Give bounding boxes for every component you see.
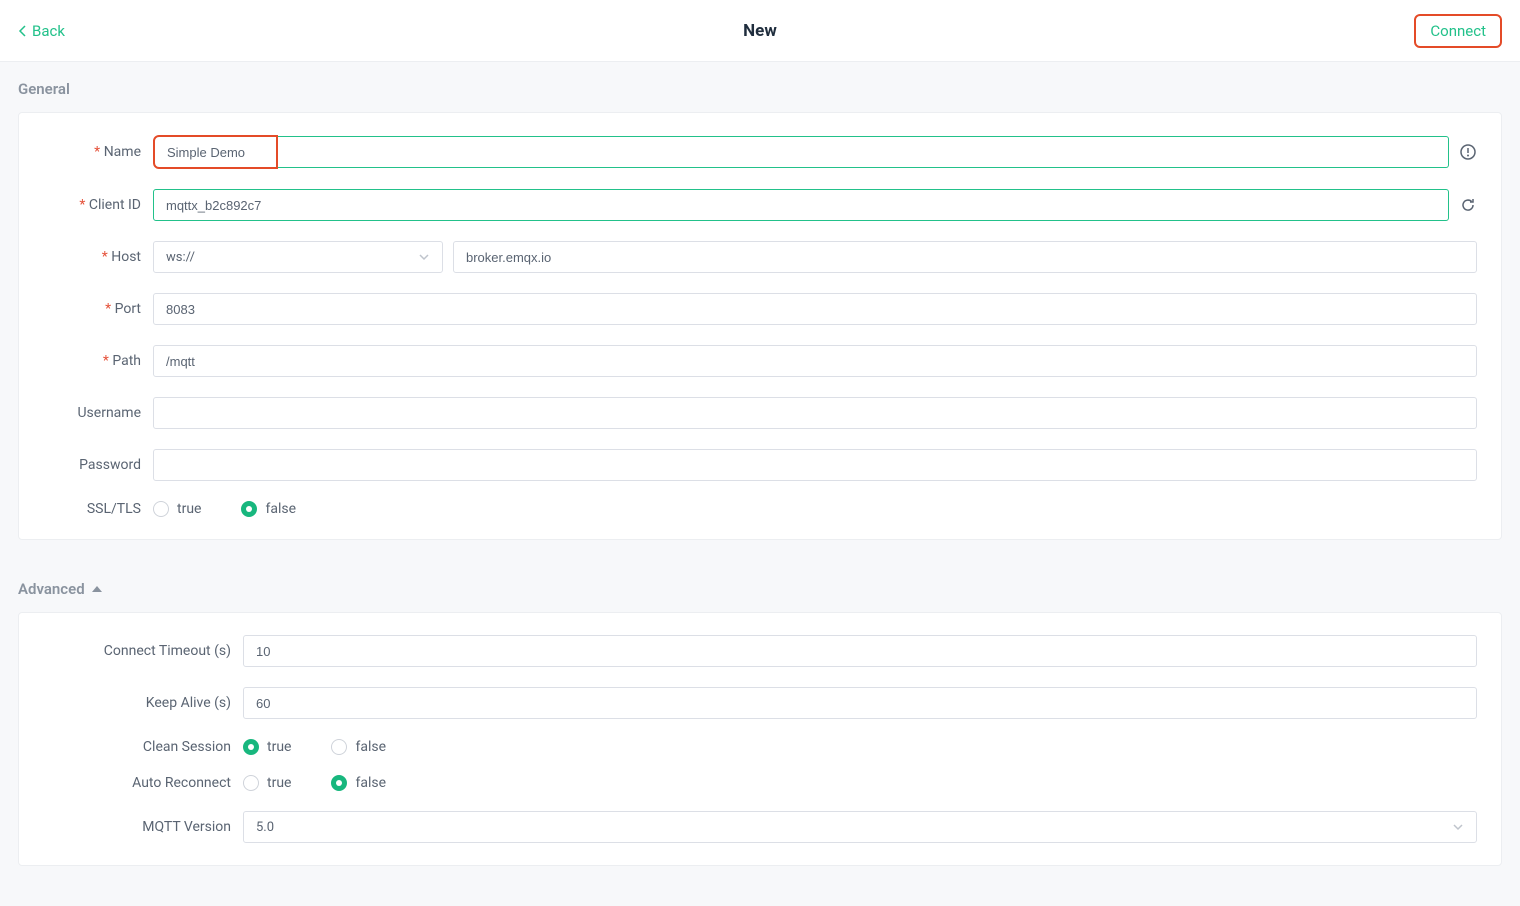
protocol-value: ws:// — [166, 250, 195, 265]
keep-alive-input[interactable] — [243, 687, 1477, 719]
row-clean-session: Clean Session true false — [43, 739, 1477, 755]
ssl-true-label: true — [177, 501, 201, 517]
name-input[interactable] — [153, 135, 278, 169]
ssl-false-label: false — [265, 501, 296, 517]
row-path: Path — [43, 345, 1477, 377]
clean-session-radio-true[interactable]: true — [243, 739, 291, 755]
section-general-title: General — [18, 80, 1502, 98]
info-icon[interactable] — [1459, 143, 1477, 161]
auto-reconnect-radio-group: true false — [243, 775, 386, 791]
radio-dot — [331, 775, 347, 791]
section-advanced-title[interactable]: Advanced — [18, 580, 1502, 598]
label-host: Host — [43, 249, 153, 265]
auto-reconnect-radio-false[interactable]: false — [331, 775, 386, 791]
label-path: Path — [43, 353, 153, 369]
label-mqtt-version: MQTT Version — [43, 819, 243, 835]
clean-session-true-label: true — [267, 739, 291, 755]
clean-session-radio-group: true false — [243, 739, 386, 755]
password-input[interactable] — [153, 449, 1477, 481]
radio-dot — [241, 501, 257, 517]
content-area: General Name Client ID — [0, 62, 1520, 906]
row-host: Host ws:// — [43, 241, 1477, 273]
general-panel: Name Client ID Host — [18, 112, 1502, 540]
label-ssl: SSL/TLS — [43, 501, 153, 517]
back-button[interactable]: Back — [18, 22, 65, 40]
clean-session-radio-false[interactable]: false — [331, 739, 386, 755]
host-input[interactable] — [453, 241, 1477, 273]
row-ssl: SSL/TLS true false — [43, 501, 1477, 517]
port-input[interactable] — [153, 293, 1477, 325]
row-auto-reconnect: Auto Reconnect true false — [43, 775, 1477, 791]
label-password: Password — [43, 457, 153, 473]
row-mqtt-version: MQTT Version 5.0 — [43, 811, 1477, 843]
auto-reconnect-radio-true[interactable]: true — [243, 775, 291, 791]
chevron-down-icon — [1452, 821, 1464, 833]
mqtt-version-value: 5.0 — [256, 820, 274, 835]
top-bar: Back New Connect — [0, 0, 1520, 62]
refresh-icon[interactable] — [1459, 196, 1477, 214]
path-input[interactable] — [153, 345, 1477, 377]
back-label: Back — [32, 22, 65, 40]
label-keep-alive: Keep Alive (s) — [43, 695, 243, 711]
row-keep-alive: Keep Alive (s) — [43, 687, 1477, 719]
row-username: Username — [43, 397, 1477, 429]
row-password: Password — [43, 449, 1477, 481]
protocol-select[interactable]: ws:// — [153, 241, 443, 273]
label-username: Username — [43, 405, 153, 421]
radio-dot — [153, 501, 169, 517]
label-port: Port — [43, 301, 153, 317]
radio-dot — [243, 775, 259, 791]
ssl-radio-true[interactable]: true — [153, 501, 201, 517]
row-name: Name — [43, 135, 1477, 169]
chevron-left-icon — [18, 25, 26, 37]
client-id-input[interactable] — [153, 189, 1449, 221]
auto-reconnect-false-label: false — [355, 775, 386, 791]
caret-up-icon — [91, 584, 103, 594]
auto-reconnect-true-label: true — [267, 775, 291, 791]
advanced-label: Advanced — [18, 580, 85, 598]
connect-timeout-input[interactable] — [243, 635, 1477, 667]
mqtt-version-select[interactable]: 5.0 — [243, 811, 1477, 843]
row-port: Port — [43, 293, 1477, 325]
label-auto-reconnect: Auto Reconnect — [43, 775, 243, 791]
chevron-down-icon — [418, 251, 430, 263]
radio-dot — [331, 739, 347, 755]
connect-button[interactable]: Connect — [1414, 14, 1502, 48]
row-client-id: Client ID — [43, 189, 1477, 221]
radio-dot — [243, 739, 259, 755]
name-input-ext[interactable] — [278, 136, 1449, 168]
label-name: Name — [43, 144, 153, 160]
advanced-panel: Connect Timeout (s) Keep Alive (s) Clean… — [18, 612, 1502, 866]
page-title: New — [743, 21, 777, 41]
username-input[interactable] — [153, 397, 1477, 429]
label-client-id: Client ID — [43, 197, 153, 213]
label-connect-timeout: Connect Timeout (s) — [43, 643, 243, 659]
ssl-radio-group: true false — [153, 501, 296, 517]
ssl-radio-false[interactable]: false — [241, 501, 296, 517]
label-clean-session: Clean Session — [43, 739, 243, 755]
clean-session-false-label: false — [355, 739, 386, 755]
row-connect-timeout: Connect Timeout (s) — [43, 635, 1477, 667]
